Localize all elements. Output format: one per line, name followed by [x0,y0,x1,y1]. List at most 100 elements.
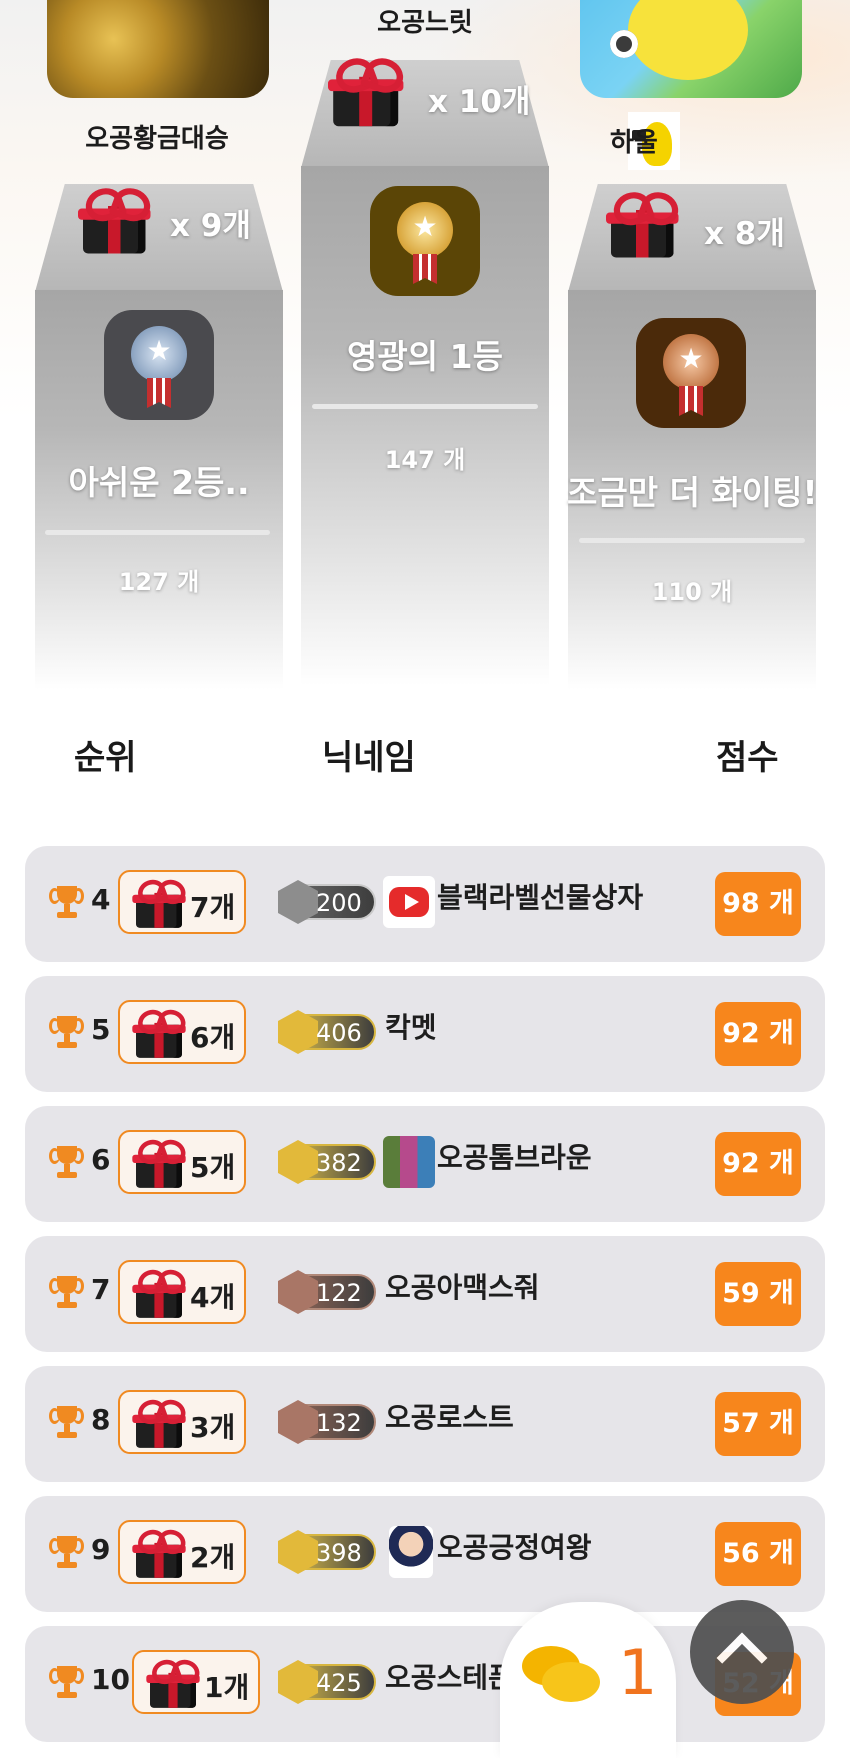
level-number: 132 [316,1409,362,1437]
gift-count-badge: 4개 [118,1260,246,1324]
nickname[interactable]: 오공아맥스줘 [385,1266,540,1306]
chat-icon [522,1646,600,1708]
gift-icon [606,187,683,258]
gift-icon [328,52,409,127]
user-avatar[interactable] [389,1526,433,1578]
winner-avatar-third[interactable] [580,0,802,98]
podium-title-second: 아쉬운 2등.. [68,463,250,502]
level-badge-icon: 132 [278,1400,376,1444]
scroll-top-button[interactable] [690,1600,794,1704]
rank-number: 10 [91,1663,130,1696]
rank-number: 8 [91,1403,111,1436]
rank-number: 6 [91,1143,111,1176]
gift-count-badge: 3개 [118,1390,246,1454]
level-badge-icon: 122 [278,1270,376,1314]
gift-count-badge: 2개 [118,1520,246,1584]
winner-name-third[interactable]: 하울 [610,122,690,159]
podium-gift-count-first: x 10개 [428,84,531,120]
nickname[interactable]: 오공긍정여왕 [437,1526,592,1566]
gift-icon [78,183,155,254]
gift-count-badge: 5개 [118,1130,246,1194]
ranking-row[interactable]: 8 3개 132 오공로스트 57 개 [25,1366,825,1482]
level-number: 406 [316,1019,362,1047]
level-badge-icon: 406 [278,1010,376,1054]
gift-count-badge: 1개 [132,1650,260,1714]
gift-count: 5개 [190,1151,236,1184]
podium-title-third: 조금만 더 화이팅! [567,473,818,512]
header-score: 점수 [716,738,779,778]
rank-number: 4 [91,883,111,916]
header-nickname: 닉네임 [322,738,416,778]
podium-score-second: 127 개 [118,568,200,596]
score-badge: 98 개 [715,872,801,936]
gold-medal-icon [370,186,480,296]
bronze-medal-icon [636,318,746,428]
level-badge-icon: 398 [278,1530,376,1574]
gift-icon [132,1266,189,1318]
header-rank: 순위 [74,738,137,778]
chevron-up-icon [716,1632,768,1684]
gift-count-badge: 7개 [118,870,246,934]
score-badge: 57 개 [715,1392,801,1456]
rank-number: 7 [91,1273,111,1306]
podium-divider [579,538,805,543]
silver-medal-icon [104,310,214,420]
score-badge: 92 개 [715,1002,801,1066]
score-badge: 92 개 [715,1132,801,1196]
gift-count: 1개 [204,1671,250,1704]
user-avatar[interactable] [383,1136,435,1188]
score-badge: 56 개 [715,1522,801,1586]
gift-count: 3개 [190,1411,236,1444]
podium-score-first: 147 개 [384,446,466,474]
trophy-icon [49,1276,84,1310]
level-number: 200 [316,889,362,917]
winner-name-first[interactable]: 오공느릿 [300,2,550,39]
level-number: 398 [316,1539,362,1567]
chat-button[interactable]: 1 [500,1602,676,1758]
winner-avatar-second[interactable] [47,0,269,98]
gift-icon [132,1526,189,1578]
rank-number: 9 [91,1533,111,1566]
ranking-row[interactable]: 5 6개 406 칵멧 92 개 [25,976,825,1092]
chat-count: 1 [618,1636,658,1709]
user-avatar[interactable] [383,876,435,928]
nickname[interactable]: 칵멧 [385,1006,437,1046]
level-number: 122 [316,1279,362,1307]
gift-count-badge: 6개 [118,1000,246,1064]
level-badge-icon: 382 [278,1140,376,1184]
gift-icon [146,1656,203,1708]
ranking-row[interactable]: 4 7개 200 블랙라벨선물상자 98 개 [25,846,825,962]
score-badge: 59 개 [715,1262,801,1326]
podium-gift-count-second: x 9개 [170,208,251,244]
trophy-icon [49,1016,84,1050]
level-badge-icon: 200 [278,880,376,924]
trophy-icon [49,886,84,920]
ranking-row[interactable]: 7 4개 122 오공아맥스줘 59 개 [25,1236,825,1352]
podium-divider [45,530,270,535]
winner-name-second[interactable]: 오공황금대승 [32,118,282,155]
nickname[interactable]: 오공톰브라운 [437,1136,592,1176]
gift-icon [132,1006,189,1058]
trophy-icon [49,1536,84,1570]
podium-score-third: 110 개 [651,578,733,606]
level-badge-icon: 425 [278,1660,376,1704]
nickname[interactable]: 블랙라벨선물상자 [437,876,643,916]
ranking-row[interactable]: 9 2개 398 오공긍정여왕 56 개 [25,1496,825,1612]
gift-count: 2개 [190,1541,236,1574]
podium-gift-count-third: x 8개 [704,216,785,252]
rank-number: 5 [91,1013,111,1046]
gift-count: 6개 [190,1021,236,1054]
ranking-row[interactable]: 6 5개 382 오공톰브라운 92 개 [25,1106,825,1222]
gift-count: 7개 [190,891,236,924]
gift-icon [132,1396,189,1448]
trophy-icon [49,1406,84,1440]
gift-icon [132,876,189,928]
nickname[interactable]: 오공로스트 [385,1396,514,1436]
gift-count: 4개 [190,1281,236,1314]
trophy-icon [49,1666,84,1700]
level-number: 382 [316,1149,362,1177]
podium-divider [312,404,538,409]
trophy-icon [49,1146,84,1180]
gift-icon [132,1136,189,1188]
podium-title-first: 영광의 1등 [347,337,503,376]
